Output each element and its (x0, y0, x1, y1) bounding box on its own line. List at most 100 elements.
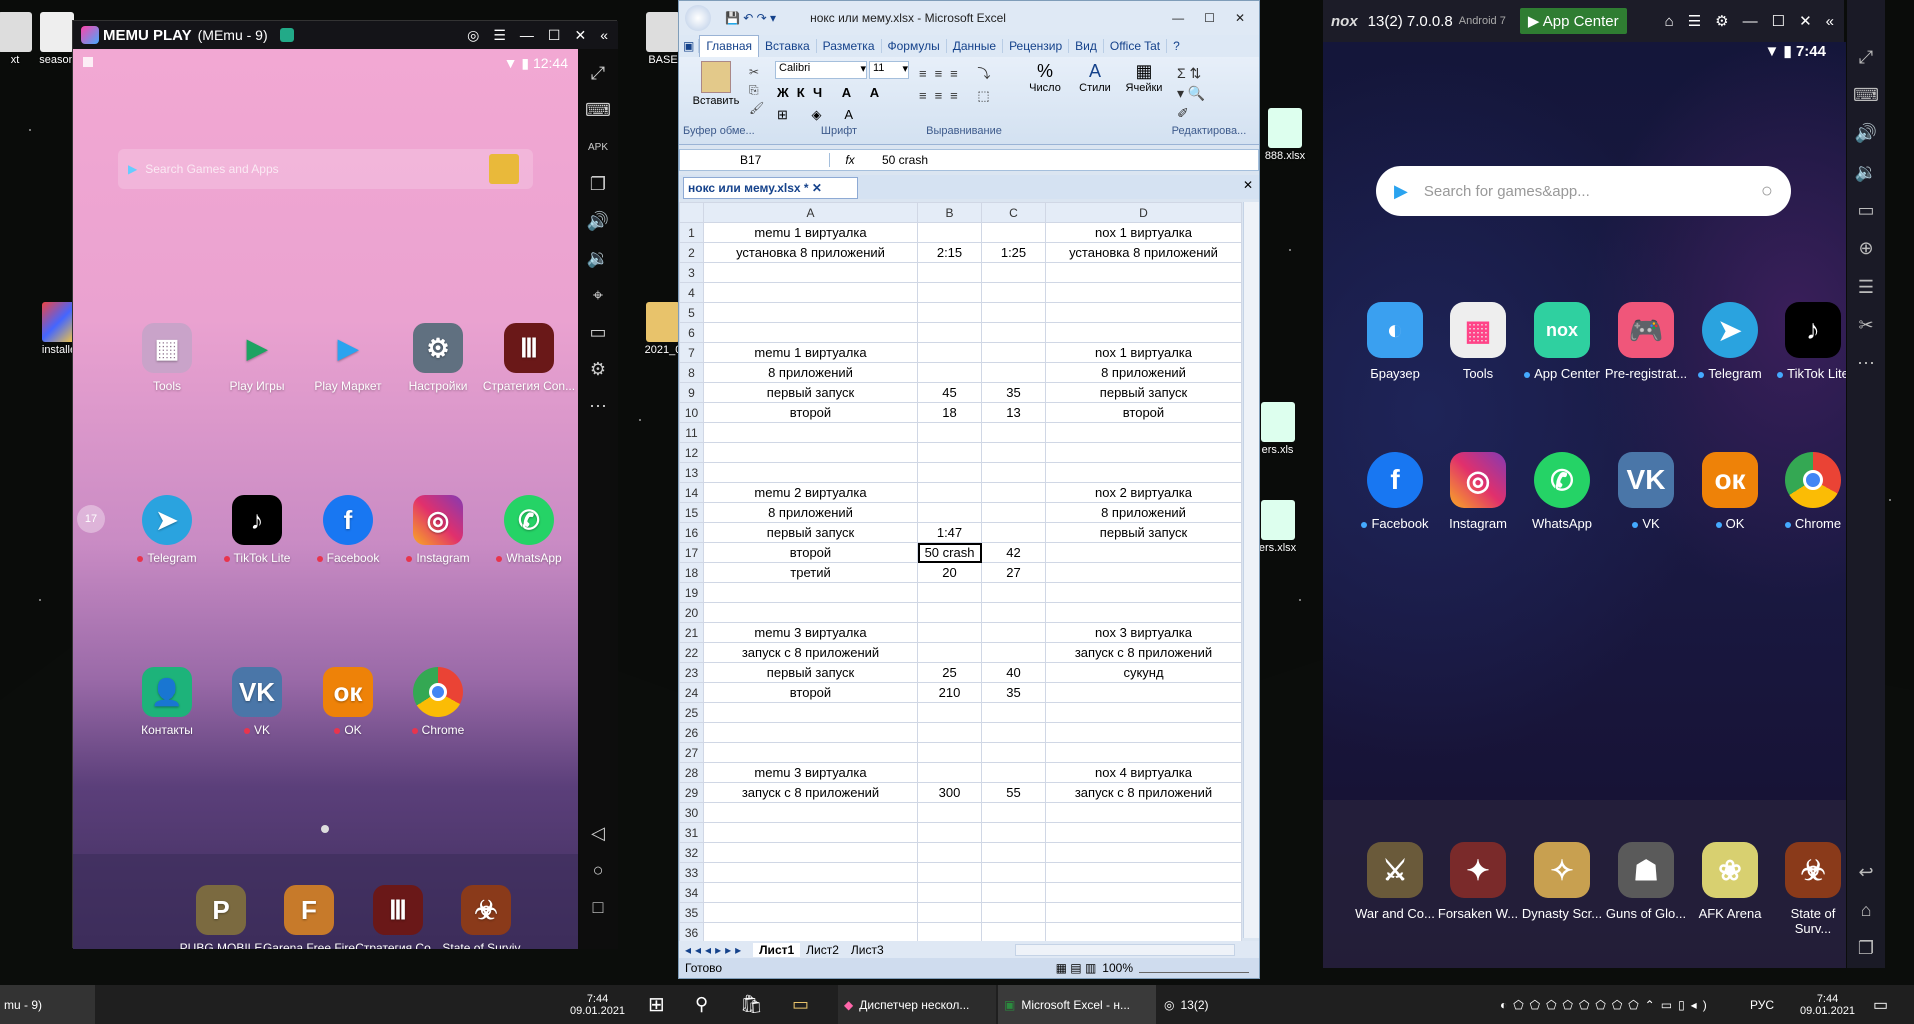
nox-app-ok[interactable]: ок OK (1688, 452, 1772, 531)
search-icon[interactable]: ○ (1761, 180, 1773, 203)
app-vk[interactable]: VK VK (209, 667, 305, 737)
cell[interactable] (917, 462, 982, 483)
nox-game-forsaken-world[interactable]: ✦ Forsaken W... (1436, 842, 1520, 921)
row-header[interactable]: 11 (679, 422, 704, 443)
cell[interactable] (981, 302, 1046, 323)
store-icon[interactable]: 🛍 (740, 985, 763, 1024)
cell[interactable]: nox 2 виртуалка (1045, 482, 1242, 503)
cell[interactable] (703, 582, 918, 603)
file-explorer-icon[interactable]: ▭ (792, 985, 809, 1024)
settings-icon[interactable]: ⚙ (590, 351, 606, 388)
cell[interactable]: 35 (981, 682, 1046, 703)
more-icon[interactable]: ⋯ (589, 388, 607, 425)
row-header[interactable]: 17 (679, 542, 704, 563)
nox-app-tiktok[interactable]: ♪ TikTok Lite (1771, 302, 1846, 381)
cell[interactable] (981, 842, 1046, 863)
excel-file-icon[interactable] (1268, 108, 1302, 148)
taskbar-clock[interactable]: 7:44 09.01.2021 (1800, 985, 1855, 1024)
sheet-tab-1[interactable]: Лист1 (753, 942, 801, 957)
cell[interactable] (703, 722, 918, 743)
cell[interactable] (917, 362, 982, 383)
cell[interactable] (917, 322, 982, 343)
cell[interactable] (981, 262, 1046, 283)
nox-titlebar[interactable]: nox 13(2) 7.0.0.8 Android 7 ▶ App Center… (1323, 0, 1844, 42)
cell[interactable] (981, 342, 1046, 363)
cell[interactable]: memu 1 виртуалка (703, 342, 918, 363)
cell[interactable] (917, 742, 982, 763)
app-free-fire[interactable]: F Garena Free Fire (261, 885, 357, 949)
app-pubg[interactable]: P PUBG MOBILE (173, 885, 269, 949)
formula-input[interactable]: 50 crash (870, 153, 928, 167)
cell[interactable] (1045, 582, 1242, 603)
cell[interactable] (981, 642, 1046, 663)
row-header[interactable]: 36 (679, 922, 704, 943)
cell[interactable] (1045, 442, 1242, 463)
tab-insert[interactable]: Вставка (759, 39, 817, 53)
excel-file-icon[interactable] (1260, 402, 1295, 442)
more-icon[interactable]: ⋯ (1857, 345, 1875, 383)
tab-review[interactable]: Рецензир (1003, 39, 1070, 53)
close-icon[interactable]: ✕ (574, 27, 586, 44)
cell[interactable]: 40 (981, 662, 1046, 683)
cell[interactable] (917, 482, 982, 503)
cell[interactable] (981, 442, 1046, 463)
tab-office-tab[interactable]: Office Tat (1104, 39, 1168, 53)
cell[interactable] (703, 842, 918, 863)
row-header[interactable]: 35 (679, 902, 704, 923)
cell[interactable]: nox 1 виртуалка (1045, 342, 1242, 363)
app-chrome[interactable]: Chrome (390, 667, 486, 737)
taskbar-app-nox[interactable]: ◎ 13(2) (1158, 985, 1218, 1024)
home-icon[interactable]: ⌂ (1665, 13, 1674, 30)
cell[interactable] (981, 522, 1046, 543)
cell[interactable]: 25 (917, 662, 982, 683)
cell[interactable]: запуск с 8 приложений (703, 642, 918, 663)
excel-titlebar[interactable]: 💾 ↶ ↷ ▾ нокс или мему.xlsx - Microsoft E… (679, 1, 1259, 35)
apk-icon[interactable]: APK (588, 129, 608, 166)
cell[interactable] (1045, 682, 1242, 703)
cell[interactable]: 35 (981, 382, 1046, 403)
collapse-sidebar-icon[interactable]: « (600, 27, 608, 43)
scissors-icon[interactable]: ✂ (1858, 306, 1873, 344)
row-header[interactable]: 31 (679, 822, 704, 843)
cell[interactable] (703, 902, 918, 923)
cell[interactable] (981, 602, 1046, 623)
cell[interactable] (1045, 902, 1242, 923)
cell[interactable]: 1:47 (917, 522, 982, 543)
cell[interactable] (703, 702, 918, 723)
horizontal-scrollbar[interactable] (1015, 943, 1235, 956)
cell[interactable] (1045, 562, 1242, 583)
cell[interactable] (917, 762, 982, 783)
cell[interactable] (1045, 742, 1242, 763)
cell[interactable]: 8 приложений (1045, 502, 1242, 523)
screen-icon[interactable]: ▭ (1857, 191, 1874, 229)
cell[interactable] (917, 442, 982, 463)
app-state-of-survival[interactable]: ☣ State of Surviv... (438, 885, 534, 949)
alignment-buttons[interactable]: ≡≡≡ ⤵ ≡≡≡ ⬚ (919, 63, 998, 107)
cell[interactable] (917, 822, 982, 843)
nox-game-state-of-survival[interactable]: ☣ State of Surv... (1771, 842, 1846, 936)
multi-window-icon[interactable]: ❐ (590, 166, 606, 203)
minimize-icon[interactable]: — (1172, 11, 1184, 25)
cell[interactable]: 20 (917, 562, 982, 583)
office-button-icon[interactable] (685, 5, 711, 31)
cell[interactable]: второй (703, 682, 918, 703)
cell[interactable] (981, 482, 1046, 503)
home-icon[interactable]: ⌂ (1861, 891, 1872, 929)
cell[interactable] (703, 862, 918, 883)
cells-button[interactable]: ▦ Ячейки (1119, 61, 1169, 94)
tab-home[interactable]: Главная (699, 35, 760, 57)
cell[interactable] (917, 422, 982, 443)
app-ok[interactable]: ок OK (300, 667, 396, 737)
cell[interactable] (917, 602, 982, 623)
row-header[interactable]: 4 (679, 282, 704, 303)
vertical-scrollbar[interactable] (1243, 202, 1259, 938)
multi-instance-icon[interactable]: ☰ (1858, 268, 1874, 306)
cell[interactable] (1045, 422, 1242, 443)
cell[interactable]: 8 приложений (703, 362, 918, 383)
column-header[interactable]: D (1045, 202, 1242, 223)
settings-icon[interactable]: ⚙ (1715, 12, 1728, 30)
cell[interactable] (981, 462, 1046, 483)
row-header[interactable]: 7 (679, 342, 704, 363)
cell[interactable] (703, 922, 918, 943)
close-icon[interactable]: ✕ (1799, 12, 1812, 30)
